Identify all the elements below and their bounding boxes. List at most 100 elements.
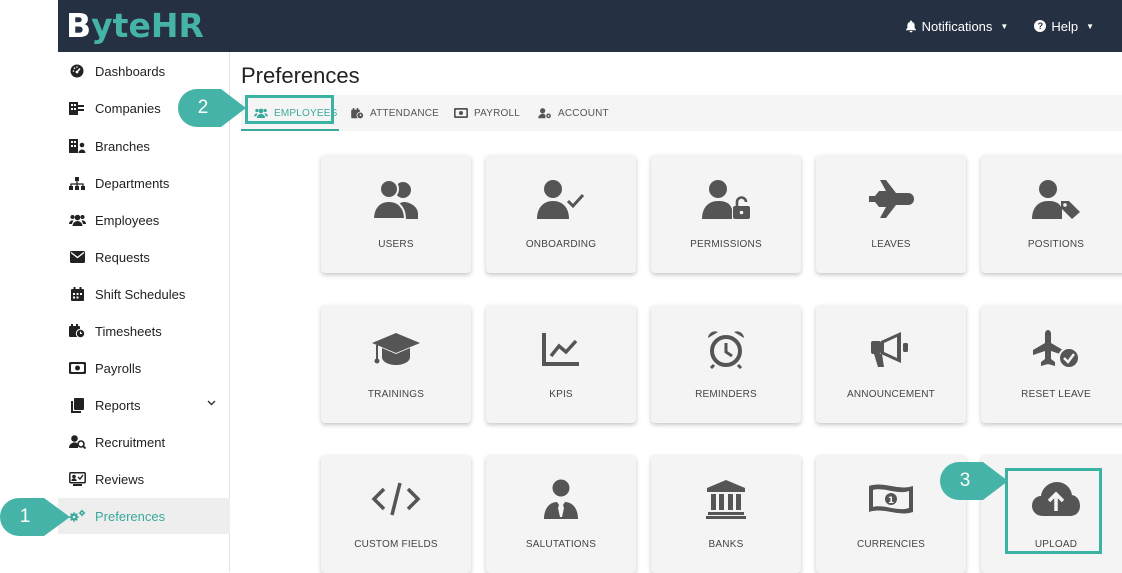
highlight-box-upload-card — [1005, 468, 1102, 554]
sidebar-item-label: Companies — [95, 100, 161, 116]
card-custom-fields[interactable]: CUSTOM FIELDS — [321, 455, 471, 573]
sidebar-item-label: Preferences — [95, 508, 166, 524]
tab-attendance[interactable]: ATTENDANCE — [351, 95, 439, 131]
chevron-down-icon — [207, 400, 216, 406]
notifications-menu[interactable]: Notifications ▼ — [905, 19, 1009, 34]
user-cog-icon — [538, 107, 551, 118]
bell-icon — [905, 20, 916, 32]
card-trainings[interactable]: TRAININGS — [321, 305, 471, 423]
sidebar-item-label: Employees — [95, 212, 160, 228]
plane-icon — [869, 180, 914, 218]
card-reset-leave[interactable]: RESET LEAVE — [981, 305, 1122, 423]
logo-text-te: te — [112, 6, 151, 45]
building-icon — [68, 99, 86, 117]
sidebar-item-branches[interactable]: Branches — [58, 128, 230, 164]
calendar-clock-icon — [351, 107, 364, 119]
tab-payroll[interactable]: PAYROLL — [454, 95, 520, 131]
calendar-clock-icon — [68, 322, 86, 340]
card-label: POSITIONS — [1027, 239, 1085, 250]
sidebar-item-label: Recruitment — [95, 434, 166, 450]
tab-account[interactable]: ACCOUNT — [538, 95, 609, 131]
sidebar-item-label: Dashboards — [95, 63, 166, 79]
callout-number: 3 — [959, 470, 971, 491]
code-icon — [371, 482, 421, 516]
branch-building-icon — [68, 137, 86, 155]
help-menu[interactable]: ? Help ▼ — [1034, 19, 1094, 34]
card-label: REMINDERS — [695, 389, 757, 400]
user-lock-icon — [702, 180, 750, 219]
sidebar: Dashboards Companies Branches Department… — [58, 52, 230, 572]
users-icon — [68, 211, 86, 229]
card-users[interactable]: USERS — [321, 155, 471, 273]
bank-icon — [706, 480, 746, 519]
sidebar-item-label: Reports — [95, 397, 141, 413]
card-label: CURRENCIES — [856, 539, 926, 550]
logo-text-y: y — [91, 6, 113, 45]
tab-label: ACCOUNT — [558, 107, 609, 119]
preferences-tab-bar: EMPLOYEES ATTENDANCE PAYROLL ACCOUNT — [241, 95, 1122, 131]
card-label: BANKS — [708, 539, 744, 550]
card-leaves[interactable]: LEAVES — [816, 155, 966, 273]
sidebar-item-label: Requests — [95, 249, 150, 265]
sidebar-item-payrolls[interactable]: Payrolls — [58, 350, 230, 386]
alarm-clock-icon — [708, 331, 744, 369]
card-banks[interactable]: BANKS — [651, 455, 801, 573]
caret-down-icon: ▼ — [1000, 21, 1009, 31]
sidebar-item-timesheets[interactable]: Timesheets — [58, 313, 230, 349]
card-positions[interactable]: POSITIONS — [981, 155, 1122, 273]
sidebar-item-employees[interactable]: Employees — [58, 202, 230, 238]
users-icon — [372, 179, 418, 219]
card-onboarding[interactable]: ONBOARDING — [486, 155, 636, 273]
card-permissions[interactable]: PERMISSIONS — [651, 155, 801, 273]
bullhorn-icon — [871, 332, 908, 367]
card-salutations[interactable]: SALUTATIONS — [486, 455, 636, 573]
sidebar-item-label: Departments — [95, 175, 170, 191]
sidebar-item-preferences[interactable]: Preferences — [58, 498, 230, 534]
card-label: LEAVES — [871, 239, 911, 250]
sidebar-item-recruitment[interactable]: Recruitment — [58, 424, 230, 460]
active-tab-indicator — [241, 129, 339, 131]
logo-text-hr: HR — [150, 6, 204, 45]
user-search-icon — [68, 433, 86, 451]
top-navbar: ByteHR Notifications ▼ ? Help ▼ — [58, 0, 1122, 52]
card-reminders[interactable]: REMINDERS — [651, 305, 801, 423]
question-circle-icon: ? — [1034, 20, 1047, 32]
card-label: SALUTATIONS — [525, 539, 597, 550]
money-bill-icon — [454, 108, 468, 118]
sidebar-item-label: Shift Schedules — [95, 286, 186, 302]
tab-label: ATTENDANCE — [370, 107, 440, 119]
sidebar-item-shift-schedules[interactable]: Shift Schedules — [58, 276, 230, 312]
highlight-box-employees-tab — [245, 95, 334, 124]
svg-text:1: 1 — [888, 496, 894, 506]
callout-3: 3 — [940, 462, 1008, 500]
card-announcement[interactable]: ANNOUNCEMENT — [816, 305, 966, 423]
brand-logo[interactable]: ByteHR — [66, 6, 204, 46]
caret-down-icon: ▼ — [1086, 21, 1094, 31]
card-kpis[interactable]: KPIS — [486, 305, 636, 423]
tab-label: PAYROLL — [474, 107, 521, 119]
card-label: RESET LEAVE — [1021, 389, 1091, 400]
tachometer-icon — [68, 62, 86, 80]
callout-1: 1 — [0, 498, 70, 536]
sidebar-item-departments[interactable]: Departments — [58, 165, 230, 201]
help-label: Help — [1051, 18, 1079, 34]
sidebar-item-label: Reviews — [95, 471, 145, 487]
logo-text-b: B — [66, 6, 92, 45]
money-bill-wave-icon: 1 — [869, 484, 913, 514]
sidebar-item-dashboards[interactable]: Dashboards — [58, 53, 230, 89]
card-label: TRAININGS — [367, 389, 425, 400]
sidebar-item-reviews[interactable]: Reviews — [58, 461, 230, 497]
card-label: ONBOARDING — [525, 239, 597, 250]
copy-icon — [68, 396, 86, 414]
sidebar-item-reports[interactable]: Reports — [58, 387, 230, 423]
sidebar-item-requests[interactable]: Requests — [58, 239, 230, 275]
envelope-icon — [68, 248, 86, 266]
card-label: KPIS — [549, 389, 573, 400]
cogs-icon — [68, 507, 86, 525]
calendar-icon — [68, 285, 86, 303]
card-label: CUSTOM FIELDS — [354, 539, 438, 550]
user-check-icon — [537, 180, 585, 219]
sidebar-item-label: Branches — [95, 138, 150, 154]
card-label: USERS — [378, 239, 414, 250]
review-icon — [68, 470, 86, 488]
